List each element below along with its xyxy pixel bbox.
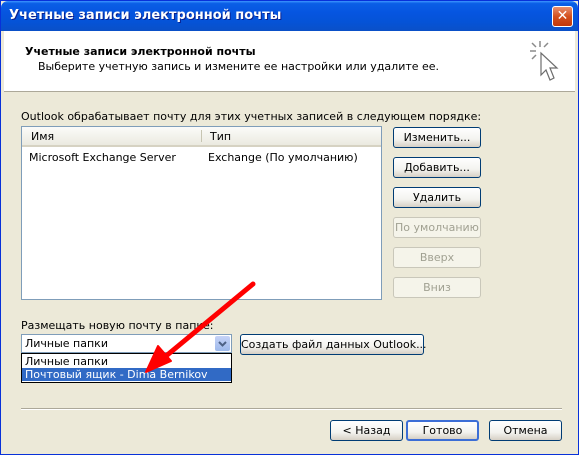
delivery-folder-value: Личные папки <box>25 337 108 350</box>
column-header-name[interactable]: Имя <box>31 130 54 143</box>
move-down-button[interactable]: Вниз <box>393 277 481 298</box>
deliver-to-label: Размещать новую почту в папке: <box>21 319 214 332</box>
delivery-folder-select[interactable]: Личные папки <box>21 334 232 353</box>
finish-button[interactable]: Готово <box>406 420 479 441</box>
chevron-down-icon <box>218 341 227 347</box>
account-row[interactable]: Microsoft Exchange Server Exchange (По у… <box>23 149 380 165</box>
title-bar[interactable]: Учетные записи электронной почты ✕ <box>1 1 578 31</box>
email-accounts-dialog: Учетные записи электронной почты ✕ Учетн… <box>0 0 579 455</box>
dropdown-button[interactable] <box>215 336 230 351</box>
accounts-list[interactable]: Имя Тип Microsoft Exchange Server Exchan… <box>21 126 382 300</box>
back-button[interactable]: < Назад <box>330 420 403 441</box>
close-button[interactable]: ✕ <box>552 6 573 27</box>
header-subtitle: Выберите учетную запись и измените ее на… <box>38 60 440 73</box>
window-title: Учетные записи электронной почты <box>9 8 282 23</box>
move-up-button[interactable]: Вверх <box>393 247 481 268</box>
set-default-button[interactable]: По умолчанию <box>393 217 481 238</box>
close-icon: ✕ <box>556 8 569 24</box>
accounts-order-label: Outlook обрабатывает почту для этих учет… <box>21 110 482 123</box>
remove-button[interactable]: Удалить <box>393 187 481 208</box>
account-type: Exchange (По умолчанию) <box>208 151 358 164</box>
header-title: Учетные записи электронной почты <box>25 45 256 58</box>
header-panel: Учетные записи электронной почты Выберит… <box>4 31 575 92</box>
footer-divider <box>21 408 562 410</box>
cancel-button[interactable]: Отмена <box>489 420 562 441</box>
column-divider[interactable] <box>201 130 202 142</box>
add-button[interactable]: Добавить... <box>393 157 481 178</box>
account-name: Microsoft Exchange Server <box>29 151 176 164</box>
list-header: Имя Тип <box>22 127 381 147</box>
change-button[interactable]: Изменить... <box>393 127 481 148</box>
column-header-type[interactable]: Тип <box>210 130 231 143</box>
dropdown-option[interactable]: Личные папки <box>22 355 231 368</box>
cursor-click-icon <box>530 41 559 81</box>
create-data-file-button[interactable]: Создать файл данных Outlook... <box>240 334 427 355</box>
delivery-folder-dropdown: Личные папки Почтовый ящик - Dima Bernik… <box>21 353 232 383</box>
dropdown-option-selected[interactable]: Почтовый ящик - Dima Bernikov <box>22 368 231 381</box>
